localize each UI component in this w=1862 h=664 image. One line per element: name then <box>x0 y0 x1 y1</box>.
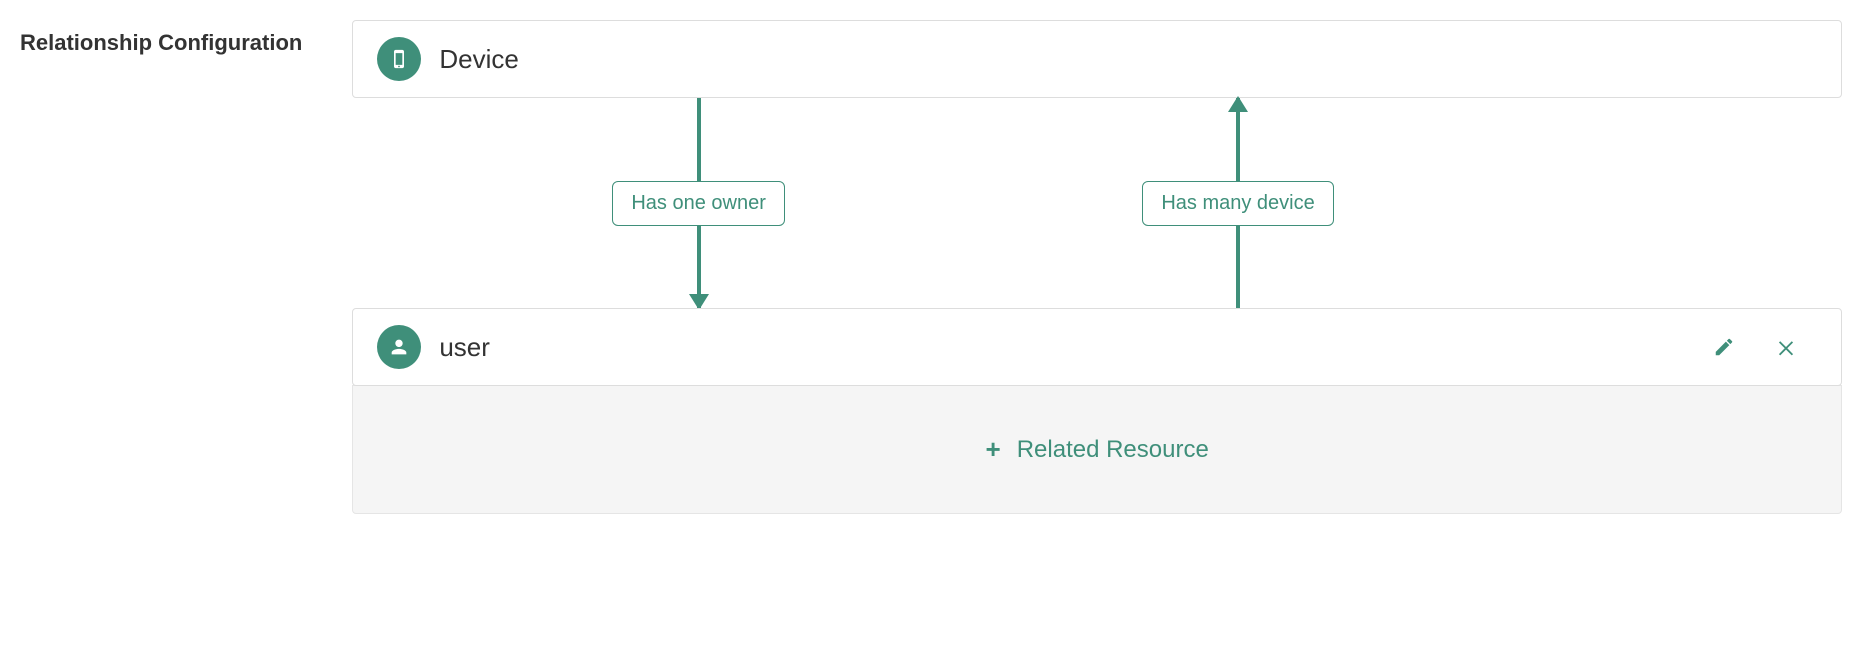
relationship-has-one-owner[interactable]: Has one owner <box>612 98 785 308</box>
resource-title-user: user <box>439 332 490 363</box>
user-icon <box>377 325 421 369</box>
relationship-diagram: Device Has one owner Has many device us <box>352 20 1842 514</box>
resource-title-device: Device <box>439 44 518 75</box>
card-actions <box>1713 336 1817 358</box>
connector-region: Has one owner Has many device <box>352 98 1842 308</box>
phone-icon <box>377 37 421 81</box>
relation-label-right: Has many device <box>1142 181 1333 226</box>
relation-label-left: Has one owner <box>612 181 785 226</box>
relationship-has-many-device[interactable]: Has many device <box>1142 98 1333 308</box>
edit-icon[interactable] <box>1713 336 1735 358</box>
resource-card-device[interactable]: Device <box>352 20 1842 98</box>
arrow-up-icon <box>1228 96 1248 112</box>
add-related-label: Related Resource <box>1017 436 1209 464</box>
delete-icon[interactable] <box>1775 336 1797 358</box>
add-related-resource-button[interactable]: + Related Resource <box>352 385 1842 514</box>
plus-icon: + <box>986 434 1001 465</box>
resource-card-user[interactable]: user <box>352 308 1842 386</box>
section-title: Relationship Configuration <box>20 20 302 56</box>
